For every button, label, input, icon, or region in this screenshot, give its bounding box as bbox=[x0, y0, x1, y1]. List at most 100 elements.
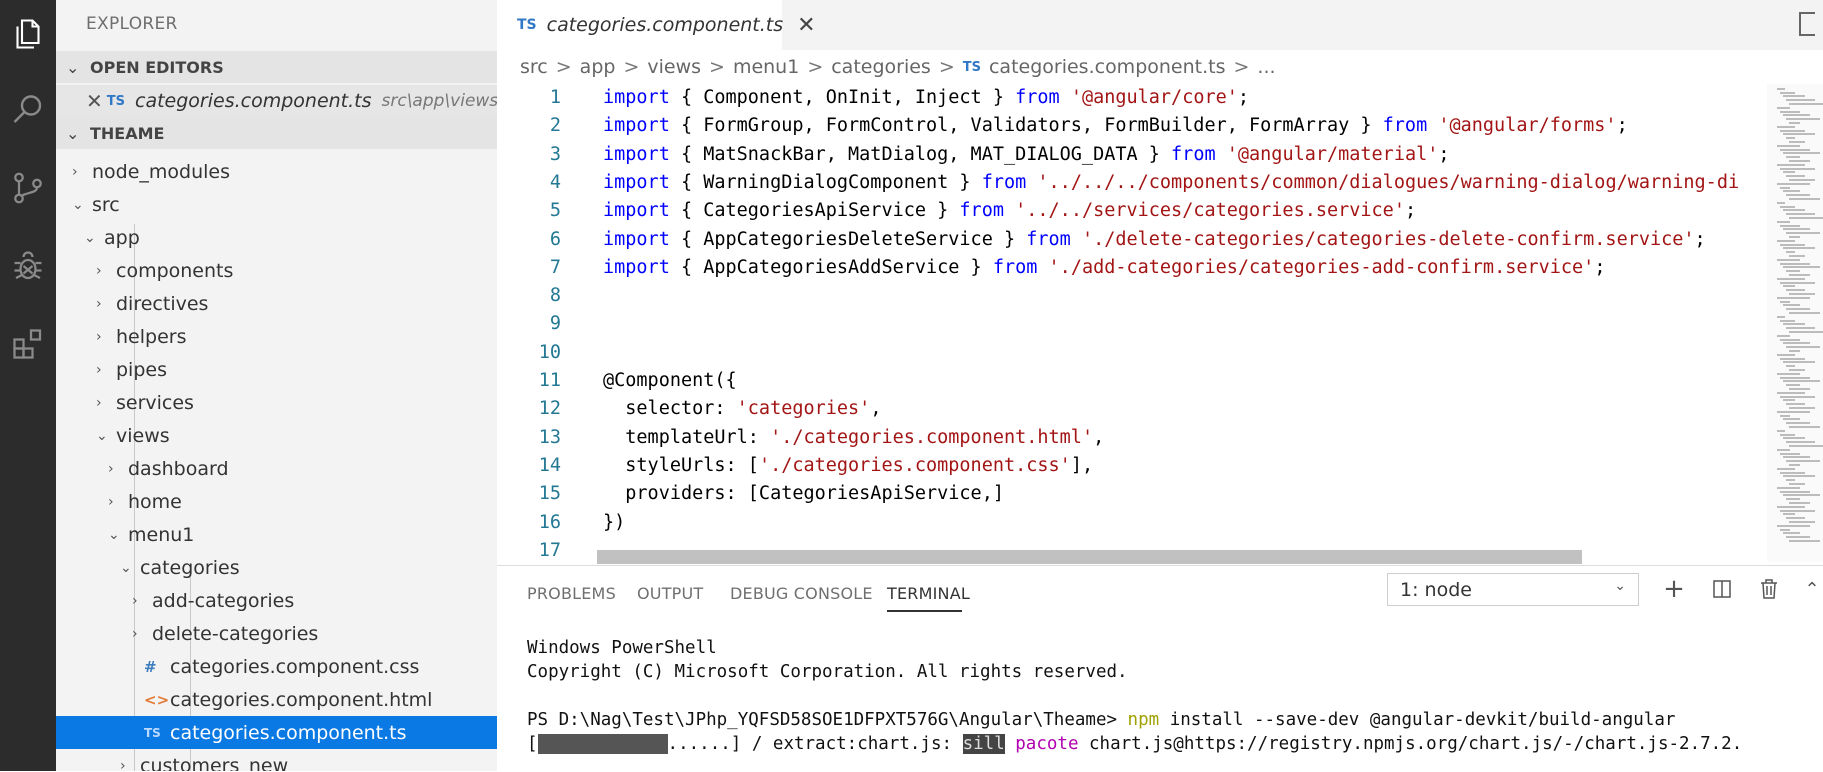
minimap-line bbox=[1777, 391, 1805, 394]
tree-item[interactable]: › delete-categories bbox=[56, 617, 497, 650]
code-token: ; bbox=[1237, 87, 1250, 108]
tree-item[interactable]: › dashboard bbox=[56, 452, 497, 485]
horizontal-scrollbar[interactable] bbox=[597, 550, 1582, 564]
minimap-line bbox=[1789, 407, 1815, 409]
line-number: 16 bbox=[538, 511, 561, 533]
minimap-line bbox=[1780, 300, 1790, 303]
minimap-line bbox=[1783, 152, 1820, 155]
minimap-line bbox=[1777, 524, 1810, 527]
breadcrumb-item[interactable]: menu1 bbox=[733, 56, 799, 78]
tree-item[interactable]: ⌄ views bbox=[56, 419, 497, 452]
minimap-line bbox=[1786, 498, 1800, 501]
tree-item[interactable]: › directives bbox=[56, 287, 497, 320]
terminal-select-value: 1: node bbox=[1400, 578, 1472, 601]
maximize-panel-button[interactable]: ⌃ bbox=[1797, 574, 1823, 604]
tab-close-icon[interactable]: ✕ bbox=[797, 13, 815, 38]
typescript-file-icon: TS bbox=[106, 93, 125, 109]
minimap-line bbox=[1786, 460, 1820, 463]
debug-icon[interactable] bbox=[0, 238, 56, 294]
tree-item-label: categories.component.css bbox=[170, 655, 420, 678]
minimap-line bbox=[1789, 198, 1820, 200]
kill-terminal-button[interactable] bbox=[1754, 574, 1784, 604]
minimap-line bbox=[1780, 338, 1800, 341]
minimap-line bbox=[1789, 274, 1810, 276]
minimap-line bbox=[1789, 331, 1823, 333]
breadcrumb-symbol[interactable]: ... bbox=[1257, 56, 1275, 78]
minimap-line bbox=[1777, 277, 1805, 280]
line-number: 9 bbox=[549, 313, 561, 335]
close-icon[interactable]: ✕ bbox=[86, 89, 103, 113]
tree-item-label: delete-categories bbox=[152, 622, 319, 645]
editor-tab-categories-component-ts[interactable]: TS categories.component.ts ✕ bbox=[497, 0, 816, 50]
tree-item[interactable]: ⌄ menu1 bbox=[56, 518, 497, 551]
tree-item[interactable]: ⌄ app bbox=[56, 221, 497, 254]
explorer-icon[interactable] bbox=[0, 6, 56, 62]
tree-item[interactable]: ⌄ categories bbox=[56, 551, 497, 584]
terminal-output[interactable]: Windows PowerShell Copyright (C) Microso… bbox=[527, 636, 1817, 772]
tree-item[interactable]: › customers_new bbox=[56, 749, 497, 772]
open-editor-item[interactable]: ✕ TS categories.component.ts src\app\vie… bbox=[56, 85, 497, 117]
breadcrumb-separator: > bbox=[807, 56, 824, 78]
tree-item[interactable]: ⌄ src bbox=[56, 188, 497, 221]
minimap-line bbox=[1786, 137, 1795, 140]
minimap-line bbox=[1786, 517, 1805, 520]
code-token: { MatSnackBar, MatDialog, MAT_DIALOG_DAT… bbox=[669, 143, 1172, 165]
minimap-line bbox=[1780, 129, 1805, 132]
split-terminal-button[interactable] bbox=[1707, 574, 1737, 604]
breadcrumb-item[interactable]: views bbox=[647, 56, 701, 78]
minimap-line bbox=[1789, 521, 1815, 523]
open-editors-header[interactable]: ⌄ OPEN EDITORS bbox=[56, 51, 497, 83]
trash-icon bbox=[1761, 579, 1777, 599]
terminal-select[interactable]: 1: node ⌄ bbox=[1387, 573, 1639, 606]
new-terminal-button[interactable]: + bbox=[1659, 574, 1689, 604]
extensions-icon[interactable] bbox=[0, 316, 56, 372]
workspace-header[interactable]: ⌄ THEAME bbox=[56, 117, 497, 149]
terminal-prompt: PS D:\Nag\Test\JPhp_YQFSD58SOE1DFPXT576G… bbox=[527, 710, 1128, 730]
tree-item[interactable]: › home bbox=[56, 485, 497, 518]
progress-text: ......] / extract:chart.js: bbox=[667, 734, 963, 754]
tree-item[interactable]: › pipes bbox=[56, 353, 497, 386]
source-control-icon[interactable] bbox=[0, 160, 56, 216]
tree-item-label: views bbox=[116, 424, 170, 447]
code-token: templateUrl: bbox=[603, 426, 771, 448]
minimap-line bbox=[1786, 365, 1795, 368]
tree-item[interactable]: › node_modules bbox=[56, 155, 497, 188]
tree-item[interactable]: › helpers bbox=[56, 320, 497, 353]
minimap-line bbox=[1777, 372, 1800, 375]
typescript-file-icon: TS bbox=[144, 725, 161, 740]
breadcrumb-item[interactable]: categories bbox=[831, 56, 931, 78]
breadcrumb-separator: > bbox=[1233, 56, 1250, 78]
code-editor[interactable]: 1 import { Component, OnInit, Inject } fr… bbox=[497, 84, 1767, 562]
tree-item-label: home bbox=[128, 490, 182, 513]
minimap-line bbox=[1789, 540, 1820, 542]
search-icon[interactable] bbox=[0, 82, 56, 138]
tab-debug-console[interactable]: DEBUG CONSOLE bbox=[730, 584, 873, 603]
keyword-token: import bbox=[603, 256, 670, 278]
tab-terminal[interactable]: TERMINAL bbox=[887, 584, 970, 603]
minimap[interactable] bbox=[1767, 84, 1823, 562]
tab-output[interactable]: OUTPUT bbox=[637, 584, 703, 603]
line-number: 1 bbox=[549, 87, 561, 108]
minimap-line bbox=[1789, 103, 1823, 105]
terminal-progress-line: [......] / extract:chart.js: sill pacote… bbox=[527, 732, 1742, 756]
tree-item[interactable]: › add-categories bbox=[56, 584, 497, 617]
breadcrumb-item[interactable]: src bbox=[520, 56, 548, 78]
tab-problems[interactable]: PROBLEMS bbox=[527, 584, 616, 603]
minimap-line bbox=[1783, 437, 1805, 440]
breadcrumb-item[interactable]: app bbox=[580, 56, 616, 78]
minimap-line bbox=[1777, 182, 1810, 185]
line-number: 10 bbox=[538, 341, 561, 363]
keyword-token: import bbox=[603, 171, 670, 193]
tree-item[interactable]: # categories.component.css bbox=[56, 650, 497, 683]
tree-item[interactable]: <> categories.component.html bbox=[56, 683, 497, 716]
tree-item[interactable]: TS categories.component.ts bbox=[56, 716, 497, 749]
breadcrumb-file[interactable]: categories.component.ts bbox=[989, 56, 1226, 78]
split-editor-icon[interactable] bbox=[1799, 12, 1815, 36]
tree-item[interactable]: › services bbox=[56, 386, 497, 419]
tree-item[interactable]: › components bbox=[56, 254, 497, 287]
line-number: 15 bbox=[538, 483, 561, 505]
minimap-line bbox=[1777, 296, 1810, 299]
string-token: './categories.component.html' bbox=[770, 426, 1094, 448]
minimap-line bbox=[1786, 194, 1810, 197]
